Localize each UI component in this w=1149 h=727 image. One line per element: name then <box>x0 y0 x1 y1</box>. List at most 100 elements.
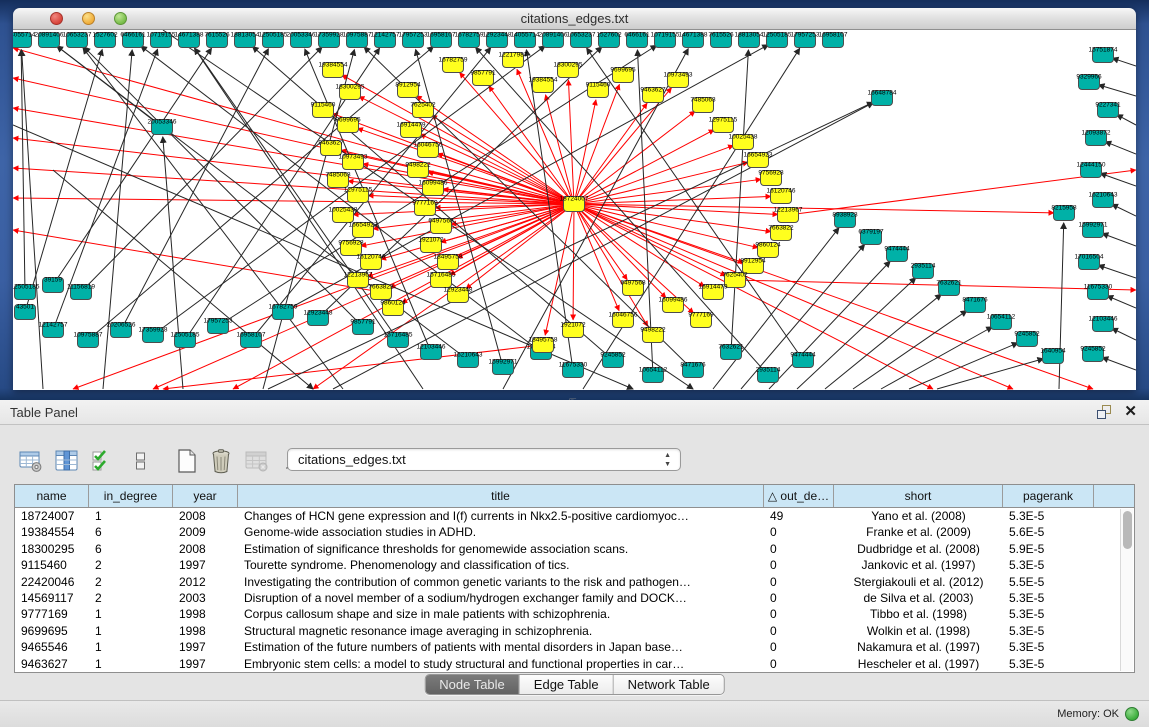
network-edge[interactable] <box>1112 58 1136 66</box>
network-edge[interactable] <box>163 345 543 389</box>
table-cell[interactable]: 0 <box>764 639 834 655</box>
table-cell[interactable]: 1998 <box>173 623 238 639</box>
table-cell[interactable]: 5.6E-5 <box>1003 524 1094 540</box>
table-cell[interactable]: 2008 <box>173 541 238 557</box>
table-cell[interactable]: 0 <box>764 606 834 622</box>
column-header-1[interactable]: in_degree <box>89 485 173 507</box>
column-header-4[interactable]: △ out_de… <box>764 485 834 507</box>
network-edge[interactable] <box>121 49 268 330</box>
table-cell[interactable]: Tibbo et al. (1998) <box>834 606 1003 622</box>
network-edge[interactable] <box>13 78 574 204</box>
table-cell[interactable]: 1 <box>89 606 173 622</box>
table-cell[interactable]: 2009 <box>173 524 238 540</box>
table-row[interactable]: 1938455462009Genome-wide association stu… <box>15 524 1119 540</box>
table-cell[interactable]: 0 <box>764 541 834 557</box>
network-edge[interactable] <box>1107 296 1136 308</box>
table-cell[interactable]: 9777169 <box>15 606 89 622</box>
table-cell[interactable]: Structural magnetic resonance image aver… <box>238 623 764 639</box>
table-cell[interactable]: 0 <box>764 574 834 590</box>
network-edge[interactable] <box>574 204 705 287</box>
table-cell[interactable]: 49 <box>764 508 834 524</box>
table-scrollbar[interactable] <box>1120 509 1133 671</box>
table-cell[interactable]: 9699695 <box>15 623 89 639</box>
table-cell[interactable]: 22420046 <box>15 574 89 590</box>
table-cell[interactable]: 2 <box>89 574 173 590</box>
table-cell[interactable]: 5.3E-5 <box>1003 606 1094 622</box>
table-cell[interactable]: 5.9E-5 <box>1003 541 1094 557</box>
table-row[interactable]: 1872400712008Changes of HCN gene express… <box>15 508 1119 524</box>
memory-status-icon[interactable] <box>1125 707 1139 721</box>
table-cell[interactable]: 18724007 <box>15 508 89 524</box>
table-settings-icon[interactable] <box>16 446 46 476</box>
table-cell[interactable]: Dudbridge et al. (2008) <box>834 541 1003 557</box>
column-header-3[interactable]: title <box>238 485 764 507</box>
table-cell[interactable]: Jankovic et al. (1997) <box>834 557 1003 573</box>
tab-node-table[interactable]: Node Table <box>425 675 520 694</box>
network-window-titlebar[interactable]: citations_edges.txt <box>13 8 1136 30</box>
network-edge[interactable] <box>1102 357 1136 370</box>
table-cell[interactable]: 1997 <box>173 656 238 672</box>
table-cell[interactable]: Genome-wide association studies in ADHD. <box>238 524 764 540</box>
table-cell[interactable]: Wolkin et al. (1998) <box>834 623 1003 639</box>
table-cell[interactable]: 5.3E-5 <box>1003 623 1094 639</box>
table-cell[interactable]: Corpus callosum shape and size in male p… <box>238 606 764 622</box>
table-cell[interactable]: 2 <box>89 590 173 606</box>
column-header-6[interactable]: pagerank <box>1003 485 1094 507</box>
column-header-5[interactable]: short <box>834 485 1003 507</box>
table-cell[interactable]: Disruption of a novel member of a sodium… <box>238 590 764 606</box>
table-cell[interactable]: 2012 <box>173 574 238 590</box>
table-row[interactable]: 2242004622012Investigating the contribut… <box>15 574 1119 590</box>
network-edge[interactable] <box>1059 223 1064 389</box>
table-cell[interactable]: 0 <box>764 590 834 606</box>
table-cell[interactable]: 1 <box>89 639 173 655</box>
tab-network-table[interactable]: Network Table <box>614 675 724 694</box>
network-edge[interactable] <box>21 50 25 292</box>
table-cell[interactable]: 5.3E-5 <box>1003 656 1094 672</box>
table-row[interactable]: 911546021997Tourette syndrome. Phenomeno… <box>15 557 1119 573</box>
close-panel-icon[interactable]: ✕ <box>1124 403 1137 421</box>
column-header-2[interactable]: year <box>173 485 238 507</box>
network-edge[interactable] <box>1098 265 1136 278</box>
table-cell[interactable]: 1 <box>89 656 173 672</box>
table-cell[interactable]: 1997 <box>173 639 238 655</box>
table-cell[interactable]: Hescheler et al. (1997) <box>834 656 1003 672</box>
table-cell[interactable]: Estimation of significance thresholds fo… <box>238 541 764 557</box>
table-cell[interactable]: Stergiakouli et al. (2012) <box>834 574 1003 590</box>
network-edge[interactable] <box>1102 233 1136 246</box>
table-cell[interactable]: 14569117 <box>15 590 89 606</box>
table-cell[interactable]: 0 <box>764 656 834 672</box>
table-cell[interactable]: Yano et al. (2008) <box>834 508 1003 524</box>
new-table-icon[interactable] <box>172 446 202 476</box>
table-cell[interactable]: Changes of HCN gene expression and I(f) … <box>238 508 764 524</box>
table-cell[interactable]: 2 <box>89 557 173 573</box>
table-cell[interactable]: 0 <box>764 623 834 639</box>
network-edge[interactable] <box>731 50 748 352</box>
table-cell[interactable]: 0 <box>764 524 834 540</box>
table-cell[interactable]: 9115460 <box>15 557 89 573</box>
table-cell[interactable]: 2008 <box>173 508 238 524</box>
table-cell[interactable]: Nakamura et al. (1997) <box>834 639 1003 655</box>
delete-icon[interactable] <box>206 446 236 476</box>
network-edge[interactable] <box>1117 115 1136 125</box>
table-row[interactable]: 946554611997Estimation of the future num… <box>15 639 1119 655</box>
network-edge[interactable] <box>57 46 162 127</box>
network-edge[interactable] <box>574 204 648 326</box>
network-edge[interactable] <box>909 343 1018 389</box>
table-cell[interactable]: Tourette syndrome. Phenomenology and cla… <box>238 557 764 573</box>
table-row[interactable]: 1456911722003Disruption of a novel membe… <box>15 590 1119 606</box>
table-cell[interactable]: de Silva et al. (2003) <box>834 590 1003 606</box>
table-cell[interactable]: 2003 <box>173 590 238 606</box>
select-rows-icon[interactable] <box>88 446 118 476</box>
table-cell[interactable]: 9463627 <box>15 656 89 672</box>
table-cell[interactable]: 19384554 <box>15 524 89 540</box>
network-edge[interactable] <box>53 170 313 389</box>
table-cell[interactable]: Investigating the contribution of common… <box>238 574 764 590</box>
table-cell[interactable]: 6 <box>89 524 173 540</box>
table-row[interactable]: 969969511998Structural magnetic resonanc… <box>15 623 1119 639</box>
table-cell[interactable]: 9465546 <box>15 639 89 655</box>
table-cell[interactable]: Franke et al. (2009) <box>834 524 1003 540</box>
network-edge[interactable] <box>359 96 574 204</box>
table-row[interactable]: 1830029562008Estimation of significance … <box>15 541 1119 557</box>
table-cell[interactable]: 18300295 <box>15 541 89 557</box>
network-edge[interactable] <box>1112 204 1136 216</box>
